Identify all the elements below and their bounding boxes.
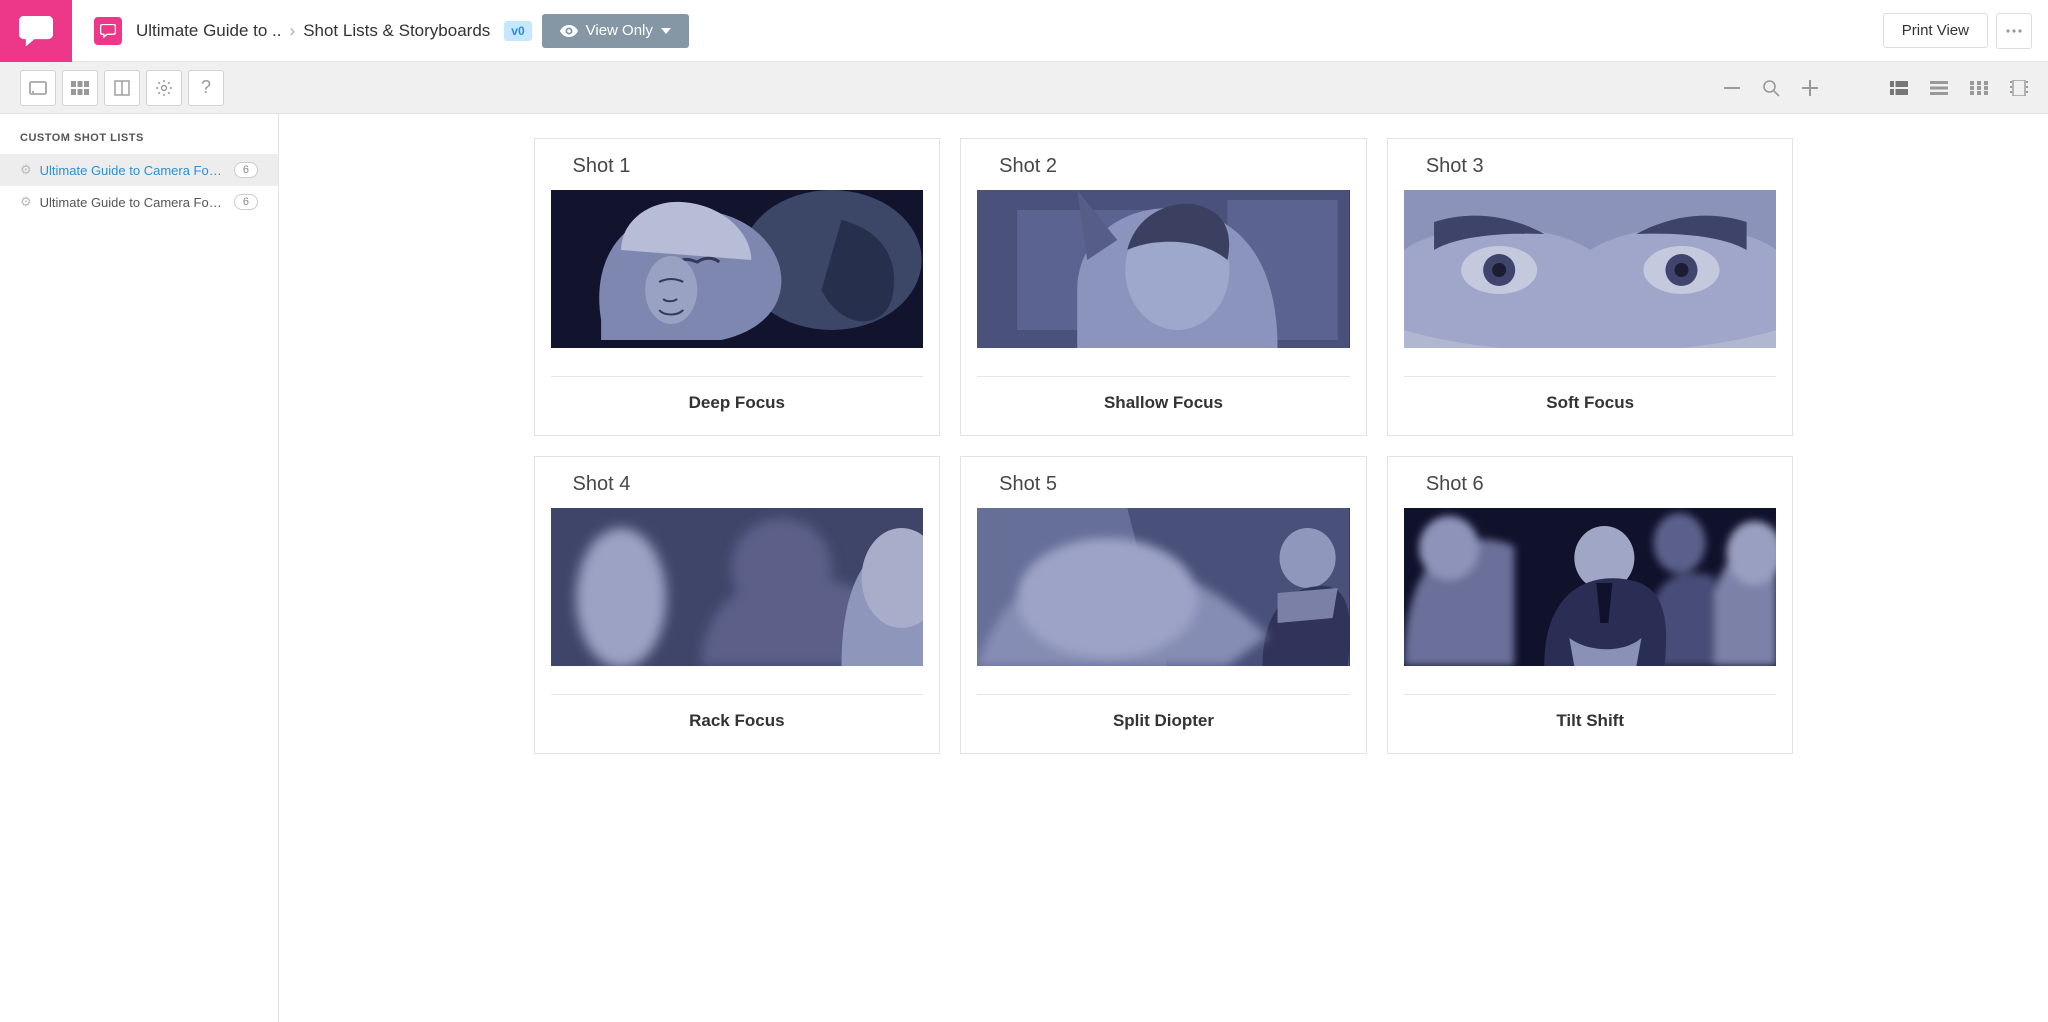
version-tag: v0 [504,21,531,41]
plus-icon [1802,80,1818,96]
question-icon: ? [201,77,211,98]
shot-title: Shot 6 [1426,473,1777,496]
shot-title: Shot 3 [1426,155,1777,178]
shot-card[interactable]: Shot 2 Shallow Focus [960,138,1367,436]
shot-title: Shot 1 [573,155,924,178]
eye-icon [560,25,578,37]
shot-thumbnail [1404,508,1777,666]
sidebar-item-count: 6 [234,194,258,210]
shot-thumbnail [551,508,924,666]
shot-caption: Split Diopter [977,711,1350,731]
sidebar-item-count: 6 [234,162,258,178]
shot-caption: Soft Focus [1404,393,1777,413]
toolbar: ? [0,62,2048,114]
sidebar-item-label: Ultimate Guide to Camera Focus in... [40,195,226,210]
chat-bubble-icon [100,24,116,38]
help-button[interactable]: ? [188,70,224,106]
shot-thumbnail [551,190,924,348]
project-icon[interactable] [94,17,122,45]
view-only-label: View Only [586,22,653,39]
brand-logo[interactable] [0,0,72,62]
shot-caption: Rack Focus [551,711,924,731]
zoom-out-button[interactable] [1724,86,1740,90]
shot-thumbnail [977,508,1350,666]
print-view-button[interactable]: Print View [1883,13,1988,48]
grid-small-icon [1970,81,1988,95]
list-numbered-icon [1890,81,1908,95]
sidebar-item-shotlist-2[interactable]: ⚙ Ultimate Guide to Camera Focus in... 6 [0,186,278,218]
shot-caption: Tilt Shift [1404,711,1777,731]
layout-grid-button[interactable] [1970,81,1988,95]
main-content: Shot 1 Deep F [279,114,2048,1022]
minus-icon [1724,86,1740,90]
sidebar-title: CUSTOM SHOT LISTS [0,114,278,154]
chevron-right-icon: › [290,21,296,41]
zoom-in-button[interactable] [1802,80,1818,96]
filmstrip-icon [2010,80,2028,96]
shot-thumbnail [977,190,1350,348]
rows-icon [1930,81,1948,95]
layout-strip-button[interactable] [2010,80,2028,96]
shot-thumbnail [1404,190,1777,348]
app-header: Ultimate Guide to .. › Shot Lists & Stor… [0,0,2048,62]
shot-card[interactable]: Shot 4 Rack Focus [534,456,941,754]
sidebar: CUSTOM SHOT LISTS ⚙ Ultimate Guide to Ca… [0,114,279,1022]
columns-icon [114,80,130,96]
settings-button[interactable] [146,70,182,106]
sidebar-item-shotlist-1[interactable]: ⚙ Ultimate Guide to Camera Focus i... 6 [0,154,278,186]
chat-bubble-icon [19,16,53,46]
single-frame-button[interactable] [20,70,56,106]
breadcrumb: Ultimate Guide to .. › Shot Lists & Stor… [136,21,532,41]
shot-title: Shot 2 [999,155,1350,178]
shot-title: Shot 4 [573,473,924,496]
magnifier-icon [1762,79,1780,97]
gear-icon: ⚙ [20,194,32,210]
shot-card[interactable]: Shot 3 Soft Focus [1387,138,1794,436]
layout-list-button[interactable] [1890,81,1908,95]
breadcrumb-project[interactable]: Ultimate Guide to .. [136,21,282,41]
sidebar-item-label: Ultimate Guide to Camera Focus i... [40,163,226,178]
shot-caption: Shallow Focus [977,393,1350,413]
rectangle-icon [29,81,47,95]
dots-horizontal-icon [2006,29,2022,33]
breadcrumb-page[interactable]: Shot Lists & Storyboards [303,21,490,41]
columns-button[interactable] [104,70,140,106]
shot-caption: Deep Focus [551,393,924,413]
shot-card[interactable]: Shot 1 Deep F [534,138,941,436]
gear-icon [156,80,172,96]
grid-3-button[interactable] [62,70,98,106]
shot-card[interactable]: Shot 6 [1387,456,1794,754]
more-menu-button[interactable] [1996,13,2032,49]
zoom-reset-button[interactable] [1762,79,1780,97]
layout-rows-button[interactable] [1930,81,1948,95]
shot-title: Shot 5 [999,473,1350,496]
grid-icon [71,81,89,95]
chevron-down-icon [661,28,671,34]
shot-card[interactable]: Shot 5 [960,456,1367,754]
view-only-button[interactable]: View Only [542,14,689,48]
gear-icon: ⚙ [20,162,32,178]
